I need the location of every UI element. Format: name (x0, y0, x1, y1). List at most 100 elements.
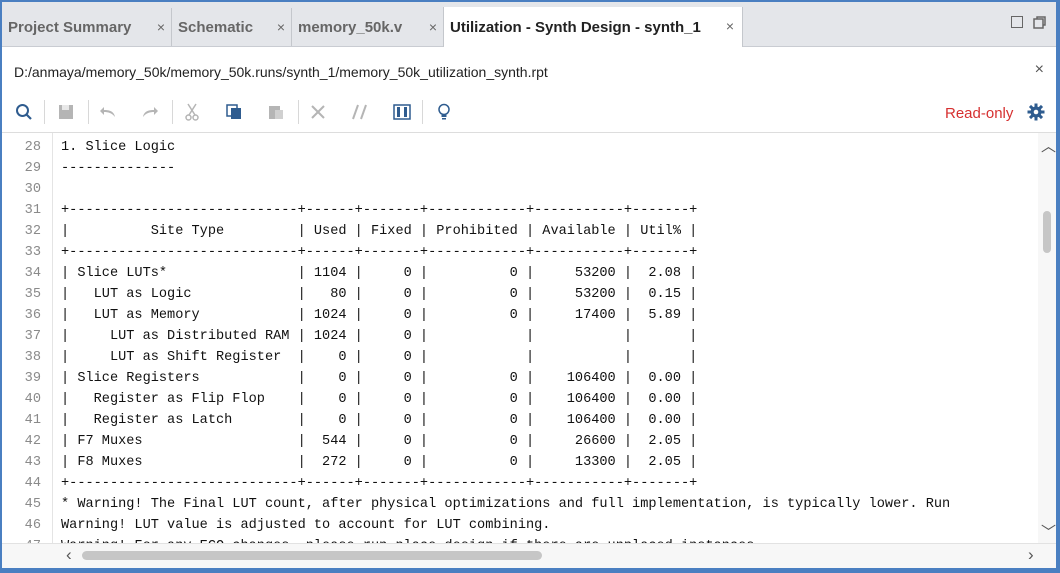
line-number: 36 (24, 308, 41, 323)
tab-memory-50k-v[interactable]: memory_50k.v × (292, 8, 444, 46)
line-text: | F8 Muxes | 272 | 0 | 0 | 13300 | 2.05 … (61, 455, 698, 470)
close-icon[interactable]: × (1035, 61, 1044, 79)
line-number: 37 (24, 329, 41, 344)
line-number: 43 (24, 455, 41, 470)
line-number: 42 (24, 434, 41, 449)
line-text: * Warning! The Final LUT count, after ph… (61, 497, 951, 512)
search-icon[interactable] (14, 102, 34, 122)
redo-icon[interactable] (140, 102, 160, 122)
line-number: 30 (24, 182, 41, 197)
editor-line: 36 | LUT as Memory | 1024 | 0 | 0 | 17400… (2, 305, 1038, 326)
line-text: +----------------------------+------+---… (61, 245, 698, 260)
line-number: 38 (24, 350, 41, 365)
line-text: Warning! LUT value is adjusted to accoun… (61, 518, 551, 533)
line-text: | Site Type | Used | Fixed | Prohibited … (61, 224, 698, 239)
scroll-up-icon[interactable]: ︿ (1041, 135, 1056, 156)
line-number: 28 (24, 140, 41, 155)
comment-icon[interactable] (350, 102, 370, 122)
editor-line: 31 +----------------------------+------+-… (2, 200, 1038, 221)
line-number: 47 (2, 536, 41, 543)
cut-icon[interactable] (182, 102, 202, 122)
line-number: 33 (24, 245, 41, 260)
line-text: | Slice Registers | 0 | 0 | 0 | 106400 |… (61, 371, 698, 386)
copy-icon[interactable] (224, 102, 244, 122)
toolbar-separator (44, 100, 45, 124)
tab-utilization-synth[interactable]: Utilization - Synth Design - synth_1 × (443, 7, 743, 47)
tab-label: memory_50k.v (298, 18, 403, 36)
line-text: +----------------------------+------+---… (61, 203, 698, 218)
editor-line: 37 | LUT as Distributed RAM | 1024 | 0 | … (2, 326, 1038, 347)
gear-icon[interactable] (1026, 102, 1046, 122)
restore-icon[interactable] (1033, 16, 1046, 29)
horizontal-scrollbar[interactable]: ‹ › (2, 543, 1056, 568)
editor-line: 33 +----------------------------+------+-… (2, 242, 1038, 263)
line-number: 41 (24, 413, 41, 428)
close-icon[interactable]: × (726, 18, 734, 34)
readonly-label: Read-only (945, 105, 1014, 122)
editor-line: 47 Warning! For any ECO changes, please r… (2, 536, 1038, 543)
line-text: | Slice LUTs* | 1104 | 0 | 0 | 53200 | 2… (61, 266, 698, 281)
close-icon[interactable]: × (277, 19, 285, 35)
line-text: | Register as Latch | 0 | 0 | 0 | 106400… (61, 413, 698, 428)
line-number: 40 (24, 392, 41, 407)
line-text: -------------- (61, 161, 176, 176)
tab-bar: Project Summary × Schematic × memory_50k… (2, 2, 1056, 47)
scroll-left-icon[interactable]: ‹ (66, 545, 72, 565)
editor-line: 38 | LUT as Shift Register | 0 | 0 | | | … (2, 347, 1038, 368)
vertical-scroll-thumb[interactable] (1043, 211, 1051, 253)
scroll-down-icon[interactable]: ﹀ (1041, 521, 1056, 542)
line-text: Warning! For any ECO changes, please run… (61, 536, 754, 543)
line-text: | F7 Muxes | 544 | 0 | 0 | 26600 | 2.05 … (61, 434, 698, 449)
delete-icon[interactable] (308, 102, 328, 122)
editor-line: 41 | Register as Latch | 0 | 0 | 0 | 1064… (2, 410, 1038, 431)
scroll-right-icon[interactable]: › (1028, 545, 1034, 565)
line-number: 46 (24, 518, 41, 533)
editor-line: 35 | LUT as Logic | 80 | 0 | 0 | 53200 | … (2, 284, 1038, 305)
editor-line: 40 | Register as Flip Flop | 0 | 0 | 0 | … (2, 389, 1038, 410)
editor-line: 39 | Slice Registers | 0 | 0 | 0 | 106400… (2, 368, 1038, 389)
line-number: 44 (24, 476, 41, 491)
toolbar-separator (298, 100, 299, 124)
tab-label: Schematic (178, 18, 254, 36)
report-text-editor[interactable]: 28 1. Slice Logic 29 -------------- 30 31 +---… (2, 133, 1038, 543)
editor-line: 43 | F8 Muxes | 272 | 0 | 0 | 13300 | 2.0… (2, 452, 1038, 473)
editor-line: 46 Warning! LUT value is adjusted to acco… (2, 515, 1038, 536)
line-number: 45 (24, 497, 41, 512)
save-icon[interactable] (56, 102, 76, 122)
file-path: D:/anmaya/memory_50k/memory_50k.runs/syn… (14, 64, 548, 80)
file-path-bar: D:/anmaya/memory_50k/memory_50k.runs/syn… (2, 47, 1056, 92)
close-icon[interactable]: × (157, 19, 165, 35)
editor-line: 34 | Slice LUTs* | 1104 | 0 | 0 | 53200 |… (2, 263, 1038, 284)
editor-line: 42 | F7 Muxes | 544 | 0 | 0 | 26600 | 2.0… (2, 431, 1038, 452)
editor-window: Project Summary × Schematic × memory_50k… (2, 2, 1056, 568)
toolbar-separator (88, 100, 89, 124)
columns-icon[interactable] (392, 102, 412, 122)
close-icon[interactable]: × (429, 19, 437, 35)
line-text: | LUT as Memory | 1024 | 0 | 0 | 17400 |… (61, 308, 698, 323)
editor-line: 30 (2, 179, 1038, 200)
paste-icon[interactable] (266, 102, 286, 122)
line-number: 29 (24, 161, 41, 176)
vertical-scrollbar[interactable]: ︿ ﹀ (1038, 133, 1056, 543)
editor-line: 44 +----------------------------+------+-… (2, 473, 1038, 494)
line-text: | Register as Flip Flop | 0 | 0 | 0 | 10… (61, 392, 698, 407)
lightbulb-icon[interactable] (434, 102, 454, 122)
editor-line: 32 | Site Type | Used | Fixed | Prohibite… (2, 221, 1038, 242)
tab-label: Utilization - Synth Design - synth_1 (450, 18, 701, 36)
editor-line: 45 * Warning! The Final LUT count, after … (2, 494, 1038, 515)
line-number: 39 (24, 371, 41, 386)
tab-schematic[interactable]: Schematic × (172, 8, 292, 46)
minimize-icon[interactable] (1011, 16, 1023, 28)
tab-label: Project Summary (8, 18, 132, 36)
line-text: +----------------------------+------+---… (61, 476, 698, 491)
tab-project-summary[interactable]: Project Summary × (2, 8, 172, 46)
line-text: | LUT as Distributed RAM | 1024 | 0 | | … (61, 329, 698, 344)
editor-line: 29 -------------- (2, 158, 1038, 179)
toolbar-separator (172, 100, 173, 124)
undo-icon[interactable] (98, 102, 118, 122)
toolbar-separator (422, 100, 423, 124)
line-text: | LUT as Logic | 80 | 0 | 0 | 53200 | 0.… (61, 287, 698, 302)
horizontal-scroll-thumb[interactable] (82, 551, 542, 560)
line-number: 31 (24, 203, 41, 218)
window-controls (1011, 16, 1046, 29)
